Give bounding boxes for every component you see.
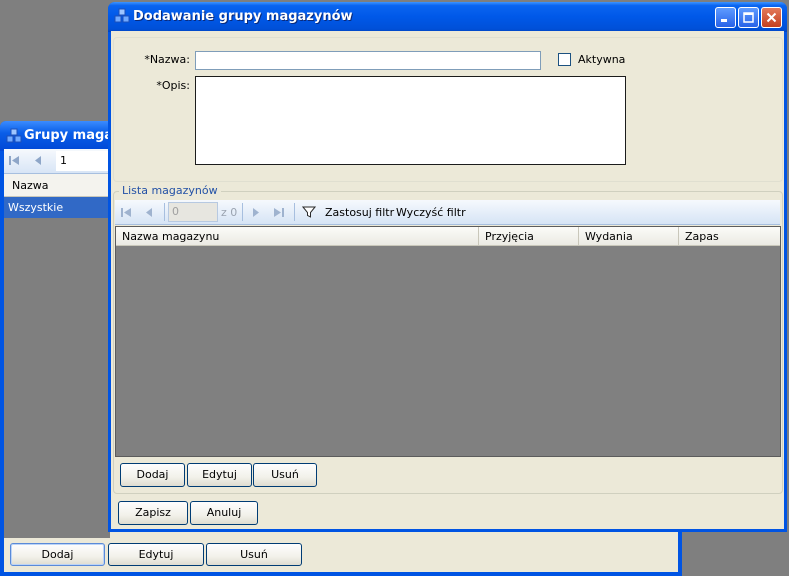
background-edit-button[interactable]: Edytuj <box>108 543 204 566</box>
cancel-button[interactable]: Anuluj <box>190 501 258 525</box>
column-header-label: Zapas <box>685 230 719 243</box>
column-header-label: Nazwa magazynu <box>122 230 220 243</box>
list-delete-button[interactable]: Usuń <box>253 463 317 487</box>
name-label: *Nazwa: <box>144 53 190 66</box>
background-position-value: 1 <box>60 154 67 167</box>
column-header-warehouse-name[interactable]: Nazwa magazynu <box>116 227 479 246</box>
filter-funnel-icon[interactable] <box>302 205 316 219</box>
dialog-title: Dodawanie grupy magazynów <box>133 9 353 24</box>
description-textarea[interactable] <box>195 76 626 165</box>
column-header-label: Wydania <box>585 230 633 243</box>
row-label: Wszystkie <box>8 201 64 214</box>
list-add-button[interactable]: Dodaj <box>120 463 185 487</box>
minimize-button[interactable] <box>715 7 736 28</box>
next-record-icon[interactable] <box>250 206 262 218</box>
active-label[interactable]: Aktywna <box>578 53 625 66</box>
background-delete-button[interactable]: Usuń <box>206 543 302 566</box>
previous-record-icon[interactable] <box>32 154 44 166</box>
active-checkbox[interactable] <box>558 53 571 66</box>
background-button-bar <box>4 538 678 572</box>
background-add-button[interactable]: Dodaj <box>10 543 105 566</box>
toolbar-separator <box>164 203 165 221</box>
toolbar-separator <box>242 203 243 221</box>
save-button[interactable]: Zapisz <box>118 501 188 525</box>
close-button[interactable] <box>761 7 782 28</box>
column-header-receipts[interactable]: Przyjęcia <box>479 227 579 246</box>
warehouse-grid <box>115 226 781 457</box>
background-grid-header-nazwa[interactable]: Nazwa <box>4 174 110 197</box>
previous-record-icon[interactable] <box>143 206 155 218</box>
clear-filter-button[interactable]: Wyczyść filtr <box>396 206 466 219</box>
maximize-icon <box>743 12 754 23</box>
app-cubes-icon <box>6 128 22 143</box>
first-record-icon[interactable] <box>120 206 132 218</box>
background-nav-toolbar: 1 <box>4 149 112 174</box>
column-header-label: Przyjęcia <box>485 230 534 243</box>
background-grid-row[interactable]: Wszystkie <box>4 197 110 218</box>
background-grid <box>4 174 110 538</box>
position-value: 0 <box>172 205 179 218</box>
maximize-button[interactable] <box>738 7 759 28</box>
column-header-issues[interactable]: Wydania <box>579 227 679 246</box>
minimize-icon <box>721 19 727 22</box>
list-edit-button[interactable]: Edytuj <box>187 463 252 487</box>
apply-filter-button[interactable]: Zastosuj filtr <box>325 206 394 219</box>
background-window-title: Grupy magazy <box>24 128 120 143</box>
first-record-icon[interactable] <box>8 154 20 166</box>
warehouse-position-field[interactable]: 0 <box>168 202 218 222</box>
column-header-label: Nazwa <box>12 179 49 192</box>
dialog-app-icon <box>114 8 130 23</box>
record-total-label: z 0 <box>221 206 238 219</box>
warehouse-list-group-title: Lista magazynów <box>119 184 221 197</box>
column-header-stock[interactable]: Zapas <box>679 227 780 246</box>
name-input[interactable] <box>195 51 541 70</box>
close-icon <box>766 12 777 23</box>
toolbar-separator <box>294 203 295 221</box>
last-record-icon[interactable] <box>273 206 285 218</box>
background-position-field[interactable]: 1 <box>56 151 112 171</box>
description-label: *Opis: <box>156 79 190 92</box>
